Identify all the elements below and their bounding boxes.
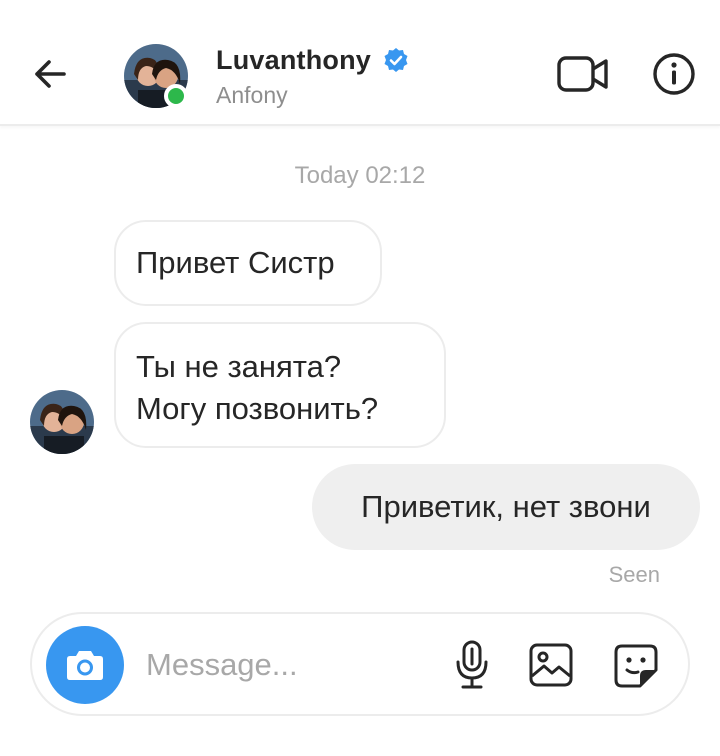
sticker-icon	[614, 644, 658, 688]
online-status-dot	[164, 84, 188, 108]
incoming-message-bubble[interactable]: Привет Систр	[114, 220, 382, 306]
camera-icon	[67, 651, 103, 680]
back-button[interactable]	[28, 52, 72, 96]
message-text-line: Ты не занята?	[136, 349, 342, 384]
video-call-icon	[557, 56, 608, 92]
info-button[interactable]	[652, 52, 696, 96]
seen-status: Seen	[608, 562, 660, 587]
incoming-message-bubble[interactable]: Ты не занята? Могу позвонить?	[114, 322, 446, 448]
info-icon	[653, 53, 695, 95]
message-timestamp: Today 02:12	[294, 162, 426, 189]
header-title-block[interactable]: Luvanthony Anfony	[216, 40, 409, 109]
outgoing-message-bubble[interactable]: Приветик, нет звони	[312, 464, 700, 550]
contact-name: Luvanthony	[216, 44, 371, 75]
video-call-button[interactable]	[556, 54, 610, 94]
contact-username: Anfony	[216, 82, 288, 108]
gallery-button[interactable]	[528, 642, 574, 688]
microphone-icon	[456, 640, 488, 689]
header-avatar[interactable]	[124, 44, 188, 108]
back-arrow-icon	[35, 60, 66, 88]
verified-badge-icon	[384, 48, 408, 72]
avatar-photo-icon	[30, 390, 94, 454]
message-input[interactable]	[146, 642, 426, 688]
message-text: Приветик, нет звони	[361, 489, 651, 524]
sender-avatar[interactable]	[30, 390, 94, 454]
gallery-icon	[529, 643, 573, 687]
chat-header: Luvanthony Anfony	[0, 0, 720, 126]
message-composer	[30, 612, 690, 716]
sticker-button[interactable]	[612, 642, 660, 690]
camera-button[interactable]	[46, 626, 124, 704]
message-text: Привет Систр	[136, 245, 335, 280]
voice-message-button[interactable]	[452, 638, 492, 692]
message-text-line: Могу позвонить?	[136, 391, 379, 426]
